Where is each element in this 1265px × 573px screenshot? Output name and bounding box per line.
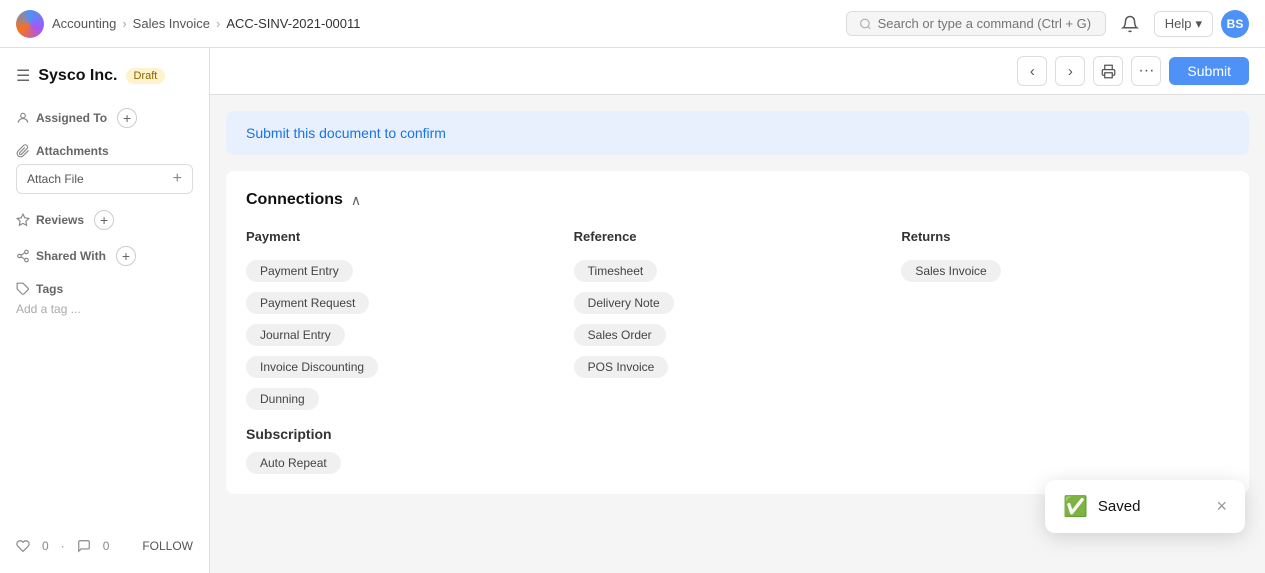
add-tag-placeholder[interactable]: Add a tag ... bbox=[16, 302, 193, 316]
print-icon bbox=[1101, 64, 1116, 79]
payment-request-tag[interactable]: Payment Request bbox=[246, 292, 369, 314]
sales-invoice-return-tag[interactable]: Sales Invoice bbox=[901, 260, 1000, 282]
reviews-header: Reviews + bbox=[16, 210, 193, 230]
shared-with-label: Shared With bbox=[36, 249, 106, 263]
shared-with-add-button[interactable]: + bbox=[116, 246, 136, 266]
notice-text: Submit this document to confirm bbox=[246, 125, 446, 141]
doc-title: Sysco Inc. bbox=[38, 67, 117, 85]
help-menu[interactable]: Help ▾ bbox=[1154, 11, 1213, 37]
connections-grid: Payment Payment Entry Payment Request Jo… bbox=[246, 229, 1229, 410]
returns-column: Returns Sales Invoice bbox=[901, 229, 1229, 410]
user-avatar[interactable]: BS bbox=[1221, 10, 1249, 38]
breadcrumb-sales-invoice[interactable]: Sales Invoice bbox=[133, 16, 210, 31]
nav-prev-button[interactable]: ‹ bbox=[1017, 56, 1047, 86]
assigned-to-header: Assigned To + bbox=[16, 108, 193, 128]
timesheet-tag[interactable]: Timesheet bbox=[574, 260, 658, 282]
breadcrumb-sep-2: › bbox=[216, 16, 220, 31]
sidebar-bottom: 0 · 0 FOLLOW bbox=[16, 531, 193, 561]
reviews-add-button[interactable]: + bbox=[94, 210, 114, 230]
logo-icon[interactable] bbox=[16, 10, 44, 38]
notification-bell[interactable] bbox=[1114, 8, 1146, 40]
attachments-label: Attachments bbox=[36, 144, 109, 158]
breadcrumb-doc-id: ACC-SINV-2021-00011 bbox=[226, 16, 360, 31]
connections-header: Connections ∧ bbox=[246, 191, 1229, 209]
help-chevron-icon: ▾ bbox=[1195, 16, 1202, 32]
reference-column: Reference Timesheet Delivery Note Sales … bbox=[574, 229, 902, 410]
invoice-discounting-tag[interactable]: Invoice Discounting bbox=[246, 356, 378, 378]
breadcrumb: Accounting › Sales Invoice › ACC-SINV-20… bbox=[52, 16, 361, 31]
tag-icon bbox=[16, 282, 30, 296]
subscription-section: Subscription Auto Repeat bbox=[246, 426, 1229, 474]
help-label: Help bbox=[1165, 16, 1192, 31]
follow-button[interactable]: FOLLOW bbox=[142, 539, 193, 553]
print-button[interactable] bbox=[1093, 56, 1123, 86]
search-input[interactable] bbox=[878, 16, 1093, 31]
comment-icon[interactable] bbox=[77, 539, 91, 553]
document-toolbar: ‹ › ··· Submit bbox=[210, 48, 1265, 95]
bell-icon bbox=[1121, 15, 1139, 33]
dunning-tag[interactable]: Dunning bbox=[246, 388, 319, 410]
nav-next-button[interactable]: › bbox=[1055, 56, 1085, 86]
attach-file-label: Attach File bbox=[27, 172, 84, 186]
assigned-to-label: Assigned To bbox=[36, 111, 107, 125]
submit-button[interactable]: Submit bbox=[1169, 57, 1249, 85]
search-icon bbox=[859, 17, 872, 31]
user-icon bbox=[16, 111, 30, 125]
connections-card: Connections ∧ Payment Payment Entry Paym… bbox=[226, 171, 1249, 494]
paperclip-icon bbox=[16, 144, 30, 158]
toast-message: Saved bbox=[1098, 498, 1207, 515]
payment-entry-tag[interactable]: Payment Entry bbox=[246, 260, 353, 282]
comments-count: 0 bbox=[103, 539, 110, 553]
sidebar: ☰ Sysco Inc. Draft Assigned To + Attachm… bbox=[0, 48, 210, 573]
returns-title: Returns bbox=[901, 229, 1229, 244]
search-bar[interactable] bbox=[846, 11, 1106, 36]
dot-separator: · bbox=[61, 539, 65, 553]
sales-order-tag[interactable]: Sales Order bbox=[574, 324, 666, 346]
likes-count: 0 bbox=[42, 539, 49, 553]
hamburger-icon[interactable]: ☰ bbox=[16, 66, 30, 86]
attach-plus-icon: + bbox=[173, 170, 182, 188]
tags-section: Tags Add a tag ... bbox=[16, 282, 193, 316]
assigned-to-section: Assigned To + bbox=[16, 108, 193, 128]
connections-title: Connections bbox=[246, 191, 343, 209]
topnav: Accounting › Sales Invoice › ACC-SINV-20… bbox=[0, 0, 1265, 48]
journal-entry-tag[interactable]: Journal Entry bbox=[246, 324, 345, 346]
more-options-button[interactable]: ··· bbox=[1131, 56, 1161, 86]
pos-invoice-tag[interactable]: POS Invoice bbox=[574, 356, 669, 378]
toast-close-button[interactable]: × bbox=[1216, 496, 1227, 517]
reviews-section: Reviews + bbox=[16, 210, 193, 230]
sidebar-header: ☰ Sysco Inc. Draft bbox=[16, 60, 193, 92]
shared-with-section: Shared With + bbox=[16, 246, 193, 266]
share-icon bbox=[16, 249, 30, 263]
reviews-label: Reviews bbox=[36, 213, 84, 227]
connections-chevron-icon[interactable]: ∧ bbox=[351, 192, 361, 209]
toast-notification: ✅ Saved × bbox=[1045, 480, 1245, 533]
auto-repeat-tag[interactable]: Auto Repeat bbox=[246, 452, 341, 474]
notice-bar: Submit this document to confirm bbox=[226, 111, 1249, 155]
shared-with-header: Shared With + bbox=[16, 246, 193, 266]
attachments-section: Attachments Attach File + bbox=[16, 144, 193, 194]
delivery-note-tag[interactable]: Delivery Note bbox=[574, 292, 674, 314]
star-icon bbox=[16, 213, 30, 227]
subscription-title: Subscription bbox=[246, 426, 1229, 442]
tags-header: Tags bbox=[16, 282, 193, 296]
payment-column: Payment Payment Entry Payment Request Jo… bbox=[246, 229, 574, 410]
payment-title: Payment bbox=[246, 229, 574, 244]
tags-label: Tags bbox=[36, 282, 63, 296]
reference-title: Reference bbox=[574, 229, 902, 244]
doc-status-badge: Draft bbox=[126, 68, 166, 84]
breadcrumb-sep-1: › bbox=[122, 16, 126, 31]
attachments-header: Attachments bbox=[16, 144, 193, 158]
assigned-to-add-button[interactable]: + bbox=[117, 108, 137, 128]
attach-file-button[interactable]: Attach File + bbox=[16, 164, 193, 194]
breadcrumb-accounting[interactable]: Accounting bbox=[52, 16, 116, 31]
like-icon[interactable] bbox=[16, 539, 30, 553]
toast-success-icon: ✅ bbox=[1063, 494, 1088, 519]
